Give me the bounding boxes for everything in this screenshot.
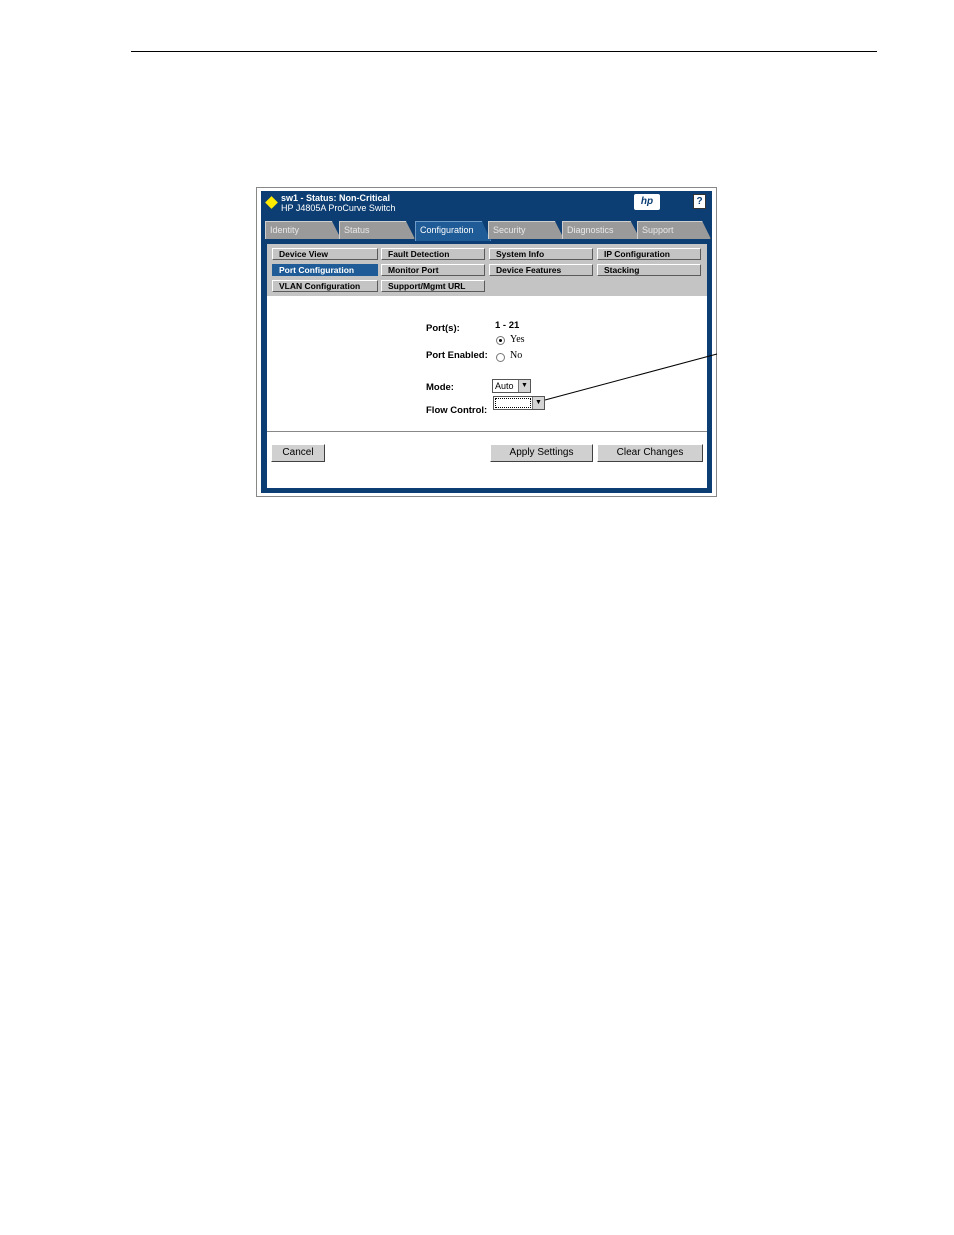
subnav-ip-configuration[interactable]: IP Configuration — [597, 248, 701, 260]
flow-control-select[interactable]: ▼ — [493, 396, 545, 410]
chevron-down-icon: ▼ — [518, 380, 530, 392]
mode-label: Mode: — [426, 382, 454, 393]
main-tabs: Identity Status Configuration Security D… — [265, 221, 711, 241]
cancel-button[interactable]: Cancel — [271, 444, 325, 462]
form-divider — [267, 431, 707, 432]
port-enabled-yes-label: Yes — [510, 334, 525, 345]
tab-identity[interactable]: Identity — [265, 221, 341, 239]
screenshot-figure: sw1 - Status: Non-Critical HP J4805A Pro… — [256, 187, 717, 497]
ports-value: 1 - 21 — [495, 320, 520, 331]
device-model-subtitle: HP J4805A ProCurve Switch — [281, 203, 396, 213]
mode-select[interactable]: Auto ▼ — [492, 379, 531, 393]
apply-settings-button[interactable]: Apply Settings — [490, 444, 593, 462]
callout-line — [544, 353, 718, 401]
port-enabled-label: Port Enabled: — [426, 350, 488, 361]
subnav-system-info[interactable]: System Info — [489, 248, 593, 260]
subnav-port-configuration[interactable]: Port Configuration — [272, 264, 378, 276]
subnav-device-view[interactable]: Device View — [272, 248, 378, 260]
flow-control-label: Flow Control: — [426, 405, 488, 416]
clear-changes-button[interactable]: Clear Changes — [597, 444, 703, 462]
switch-web-ui: sw1 - Status: Non-Critical HP J4805A Pro… — [261, 191, 712, 493]
tab-diagnostics[interactable]: Diagnostics — [562, 221, 640, 239]
subnav-support-mgmt-url[interactable]: Support/Mgmt URL — [381, 280, 485, 292]
help-button[interactable]: ? — [693, 194, 706, 209]
header-bar: sw1 - Status: Non-Critical HP J4805A Pro… — [261, 191, 712, 219]
mode-select-value: Auto — [495, 381, 514, 391]
subnav-stacking[interactable]: Stacking — [597, 264, 701, 276]
device-status-title: sw1 - Status: Non-Critical — [281, 193, 391, 203]
tab-security[interactable]: Security — [488, 221, 564, 239]
hp-logo-icon[interactable]: hp — [634, 194, 660, 210]
chevron-down-icon: ▼ — [532, 397, 544, 409]
port-config-form: Port(s): 1 - 21 Yes Port Enabled: No Mod… — [267, 296, 707, 488]
tab-status[interactable]: Status — [339, 221, 415, 239]
port-enabled-no-radio[interactable] — [496, 353, 505, 362]
subnav-vlan-configuration[interactable]: VLAN Configuration — [272, 280, 378, 292]
port-enabled-no-label: No — [510, 350, 523, 361]
tab-configuration[interactable]: Configuration — [415, 221, 491, 241]
ports-label: Port(s): — [426, 323, 460, 334]
page-header-rule — [131, 51, 877, 52]
focus-outline — [495, 398, 531, 408]
tab-support[interactable]: Support — [637, 221, 711, 239]
subnav-device-features[interactable]: Device Features — [489, 264, 593, 276]
port-enabled-yes-radio[interactable] — [496, 336, 505, 345]
configuration-subnav: Device View Fault Detection System Info … — [267, 244, 707, 296]
status-diamond-icon — [265, 196, 278, 209]
subnav-fault-detection[interactable]: Fault Detection — [381, 248, 485, 260]
subnav-monitor-port[interactable]: Monitor Port — [381, 264, 485, 276]
